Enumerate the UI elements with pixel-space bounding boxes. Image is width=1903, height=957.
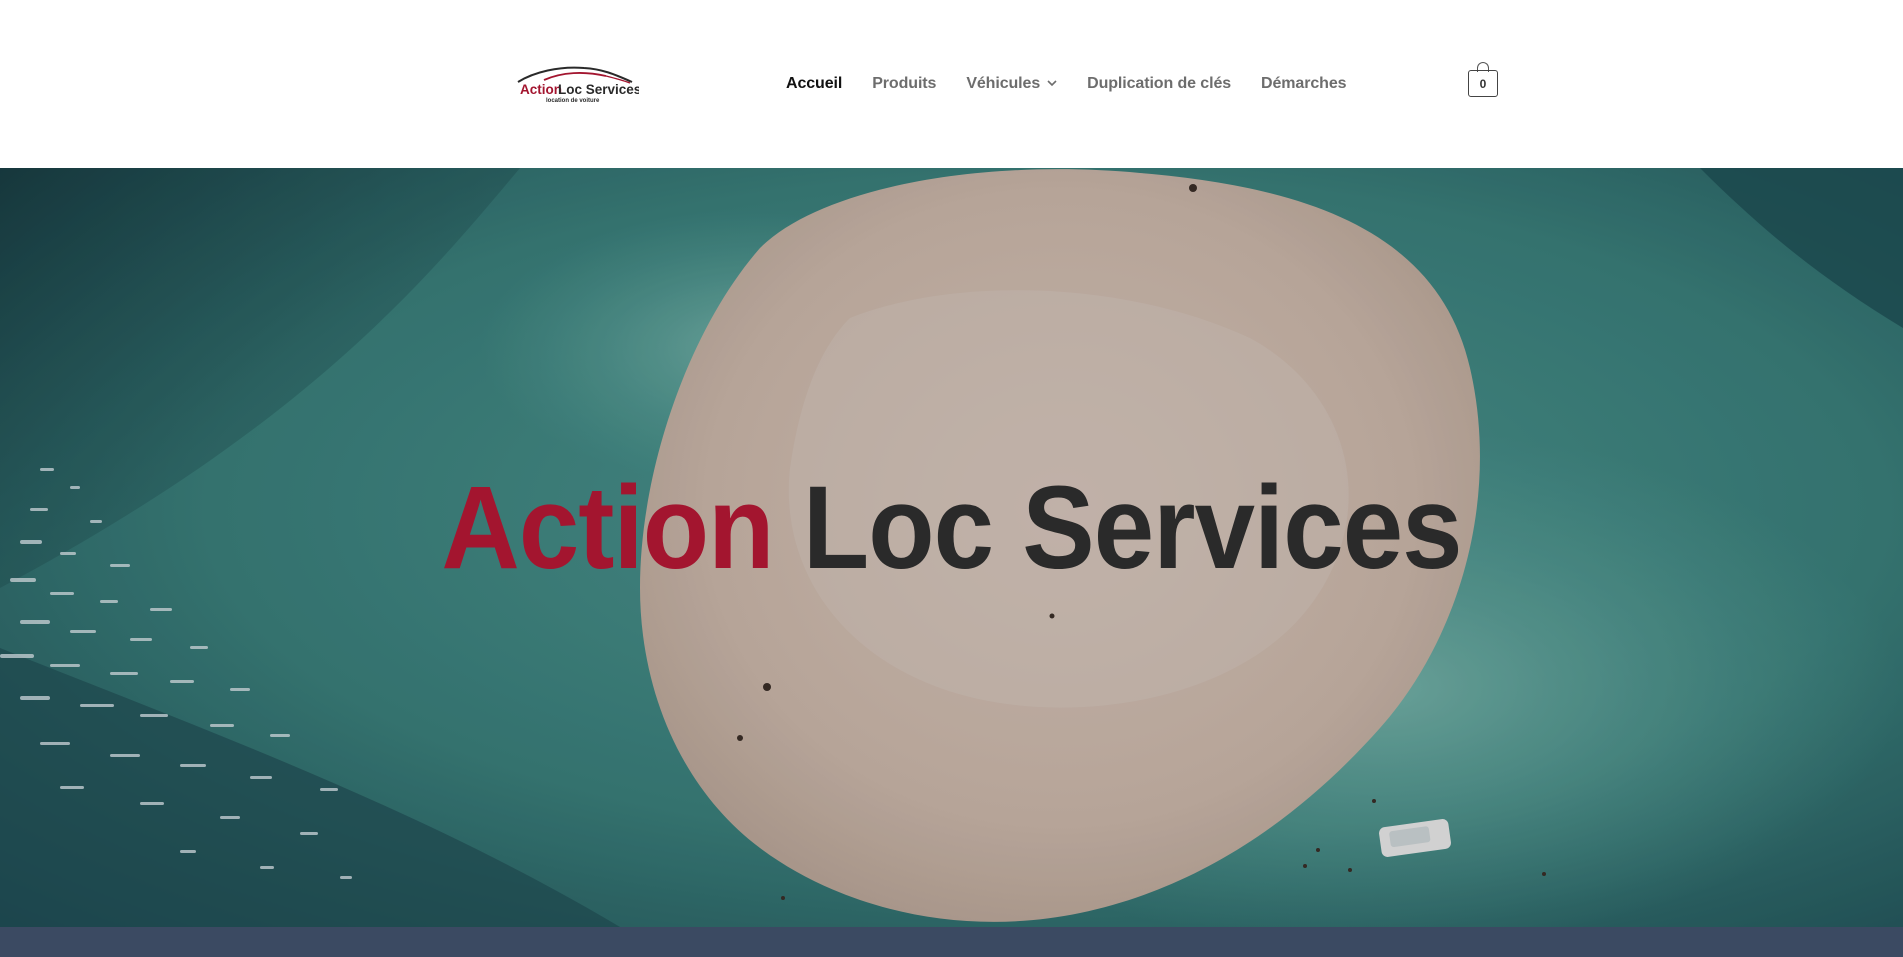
cart-button[interactable]: 0 bbox=[1468, 62, 1498, 98]
cart-count: 0 bbox=[1468, 70, 1498, 97]
main-navigation: Accueil Produits Véhicules Duplication d… bbox=[786, 70, 1347, 98]
nav-item-label: Duplication de clés bbox=[1087, 75, 1232, 92]
chevron-down-icon bbox=[1047, 80, 1057, 87]
logo-word-loc-services: Loc Services bbox=[558, 82, 639, 97]
nav-item-vehicules[interactable]: Véhicules bbox=[966, 75, 1057, 93]
hero-section: Action Loc Services bbox=[0, 168, 1903, 927]
nav-item-label: Produits bbox=[872, 75, 937, 92]
nav-item-duplication-de-cles[interactable]: Duplication de clés bbox=[1087, 75, 1231, 93]
site-logo[interactable]: Action Loc Services location de voiture bbox=[514, 60, 639, 108]
logo-tagline: location de voiture bbox=[546, 98, 600, 104]
nav-item-accueil[interactable]: Accueil bbox=[786, 75, 842, 93]
nav-item-label: Démarches bbox=[1261, 75, 1347, 92]
next-section-strip bbox=[0, 927, 1903, 957]
hero-title-dark-words: Loc Services bbox=[802, 462, 1463, 594]
hero-title-red-word: Action bbox=[441, 462, 774, 594]
nav-item-label: Accueil bbox=[786, 75, 843, 92]
logo-word-action: Action bbox=[520, 82, 562, 97]
nav-item-demarches[interactable]: Démarches bbox=[1261, 75, 1346, 93]
site-header: Action Loc Services location de voiture … bbox=[0, 0, 1903, 168]
nav-item-label: Véhicules bbox=[966, 75, 1041, 92]
logo-graphic: Action Loc Services location de voiture bbox=[517, 66, 639, 104]
nav-item-produits[interactable]: Produits bbox=[872, 75, 936, 93]
hero-title: Action Loc Services bbox=[76, 469, 1827, 587]
